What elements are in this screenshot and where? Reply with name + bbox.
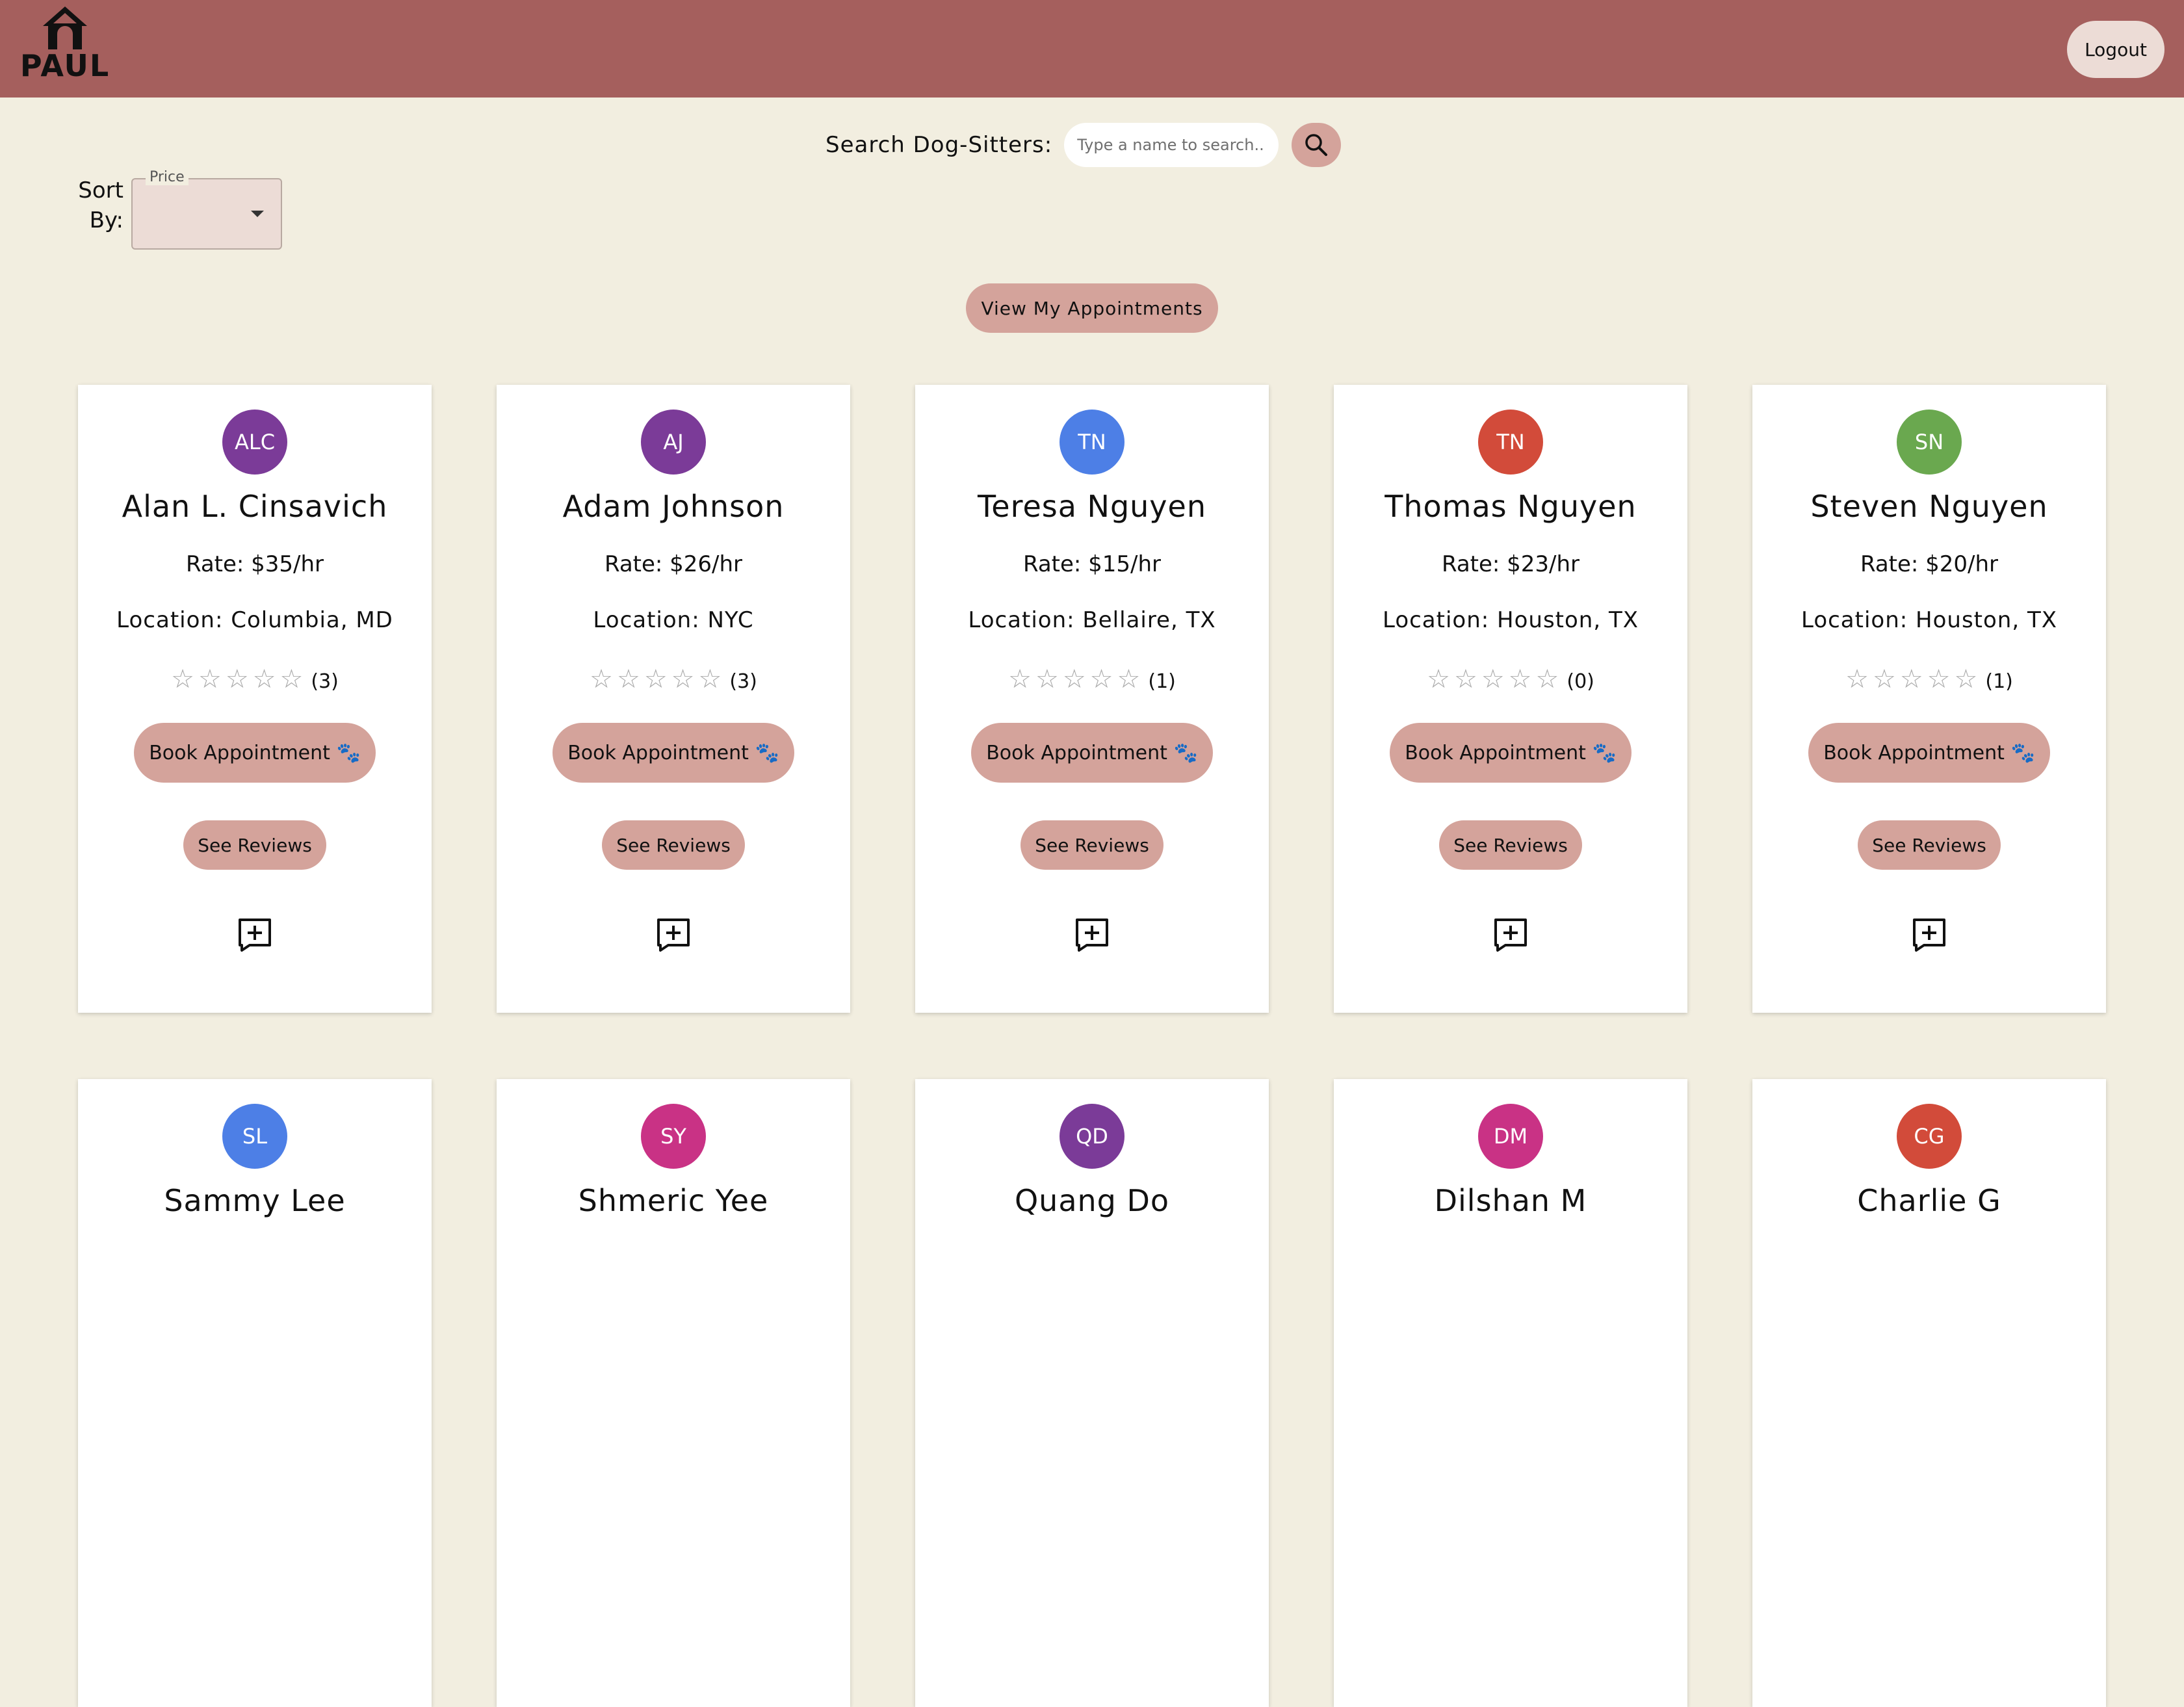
sitter-location: Location: NYC	[593, 607, 754, 633]
sitter-card: ALC Alan L. Cinsavich Rate: $35/hr Location…	[78, 385, 432, 1013]
sitter-rate: Rate: $20/hr	[1860, 551, 1999, 577]
top-navbar: PAUL Logout	[0, 0, 2184, 98]
sitter-rate: Rate: $26/hr	[604, 551, 743, 577]
doghouse-icon	[43, 7, 87, 49]
sitter-rate: Rate: $35/hr	[185, 551, 324, 577]
avatar: SL	[222, 1104, 287, 1169]
search-icon	[1305, 134, 1328, 156]
avatar: TN	[1478, 410, 1543, 475]
review-count: (3)	[311, 670, 339, 693]
sitter-location: Location: Houston, TX	[1382, 607, 1639, 633]
see-reviews-button[interactable]: See Reviews	[1439, 820, 1582, 870]
sitter-name: Alan L. Cinsavich	[122, 489, 388, 524]
sitter-card: AJ Adam Johnson Rate: $26/hr Location: NYC ☆…	[497, 385, 850, 1013]
sitter-card: SL Sammy Lee	[78, 1079, 432, 1707]
sort-select-legend: Price	[146, 169, 188, 185]
sitter-name: Sammy Lee	[164, 1183, 346, 1218]
sitter-name: Quang Do	[1014, 1183, 1170, 1218]
sitter-location: Location: Bellaire, TX	[968, 607, 1216, 633]
search-label: Search Dog-Sitters:	[826, 132, 1053, 158]
brand-name: PAUL	[20, 48, 110, 83]
avatar: CG	[1897, 1104, 1962, 1169]
chevron-down-icon	[251, 211, 264, 217]
sort-price-select[interactable]: Price	[131, 169, 282, 250]
review-count: (0)	[1566, 670, 1594, 693]
book-appointment-button[interactable]: Book Appointment 🐾	[1390, 723, 1632, 783]
rating: ☆☆☆☆☆ (3)	[78, 664, 432, 694]
see-reviews-button[interactable]: See Reviews	[1858, 820, 2001, 870]
sitter-card: CG Charlie G	[1752, 1079, 2106, 1707]
rating: ☆☆☆☆☆ (0)	[1334, 664, 1687, 694]
search-bar: Search Dog-Sitters:	[826, 121, 1342, 169]
view-appointments-button[interactable]: View My Appointments	[966, 283, 1218, 333]
sitter-card: SN Steven Nguyen Rate: $20/hr Location: Hou…	[1752, 385, 2106, 1013]
avatar: TN	[1060, 410, 1124, 475]
avatar: DM	[1478, 1104, 1543, 1169]
sitter-name: Dilshan M	[1434, 1183, 1587, 1218]
sitter-card: TN Thomas Nguyen Rate: $23/hr Location: Hou…	[1334, 385, 1687, 1013]
sitter-name: Thomas Nguyen	[1384, 489, 1637, 524]
review-count: (1)	[1985, 670, 2013, 693]
sort-label: Sort By:	[78, 177, 124, 233]
sitter-name: Steven Nguyen	[1810, 489, 2048, 524]
star-rating-icons[interactable]: ☆☆☆☆☆	[1845, 664, 1981, 694]
add-comment-icon[interactable]	[1911, 917, 1947, 953]
sitter-card: QD Quang Do	[915, 1079, 1269, 1707]
review-count: (1)	[1148, 670, 1176, 693]
avatar: SY	[641, 1104, 706, 1169]
sitter-card: TN Teresa Nguyen Rate: $15/hr Location: Bel…	[915, 385, 1269, 1013]
star-rating-icons[interactable]: ☆☆☆☆☆	[171, 664, 307, 694]
book-appointment-button[interactable]: Book Appointment 🐾	[134, 723, 376, 783]
rating: ☆☆☆☆☆ (1)	[915, 664, 1269, 694]
see-reviews-button[interactable]: See Reviews	[602, 820, 745, 870]
search-input[interactable]	[1064, 123, 1279, 167]
sitter-name: Adam Johnson	[562, 489, 785, 524]
see-reviews-button[interactable]: See Reviews	[1020, 820, 1164, 870]
avatar: SN	[1897, 410, 1962, 475]
avatar: AJ	[641, 410, 706, 475]
add-comment-icon[interactable]	[1074, 917, 1110, 953]
avatar: ALC	[222, 410, 287, 475]
logout-button[interactable]: Logout	[2067, 21, 2164, 78]
sitter-card: SY Shmeric Yee	[497, 1079, 850, 1707]
star-rating-icons[interactable]: ☆☆☆☆☆	[1427, 664, 1563, 694]
rating: ☆☆☆☆☆ (1)	[1752, 664, 2106, 694]
sitter-name: Shmeric Yee	[578, 1183, 769, 1218]
rating: ☆☆☆☆☆ (3)	[497, 664, 850, 694]
add-comment-icon[interactable]	[655, 917, 692, 953]
sitter-name: Charlie G	[1857, 1183, 2001, 1218]
review-count: (3)	[729, 670, 757, 693]
see-reviews-button[interactable]: See Reviews	[183, 820, 326, 870]
sitter-rate: Rate: $15/hr	[1022, 551, 1162, 577]
sitter-location: Location: Houston, TX	[1800, 607, 2058, 633]
brand-logo[interactable]: PAUL	[20, 4, 110, 95]
avatar: QD	[1060, 1104, 1124, 1169]
sitter-rate: Rate: $23/hr	[1441, 551, 1580, 577]
book-appointment-button[interactable]: Book Appointment 🐾	[1808, 723, 2050, 783]
book-appointment-button[interactable]: Book Appointment 🐾	[552, 723, 794, 783]
sitter-name: Teresa Nguyen	[977, 489, 1206, 524]
search-button[interactable]	[1292, 123, 1342, 167]
add-comment-icon[interactable]	[237, 917, 273, 953]
sitter-location: Location: Columbia, MD	[116, 607, 393, 633]
star-rating-icons[interactable]: ☆☆☆☆☆	[1008, 664, 1144, 694]
add-comment-icon[interactable]	[1492, 917, 1529, 953]
book-appointment-button[interactable]: Book Appointment 🐾	[971, 723, 1213, 783]
sitter-card: DM Dilshan M	[1334, 1079, 1687, 1707]
star-rating-icons[interactable]: ☆☆☆☆☆	[590, 664, 725, 694]
